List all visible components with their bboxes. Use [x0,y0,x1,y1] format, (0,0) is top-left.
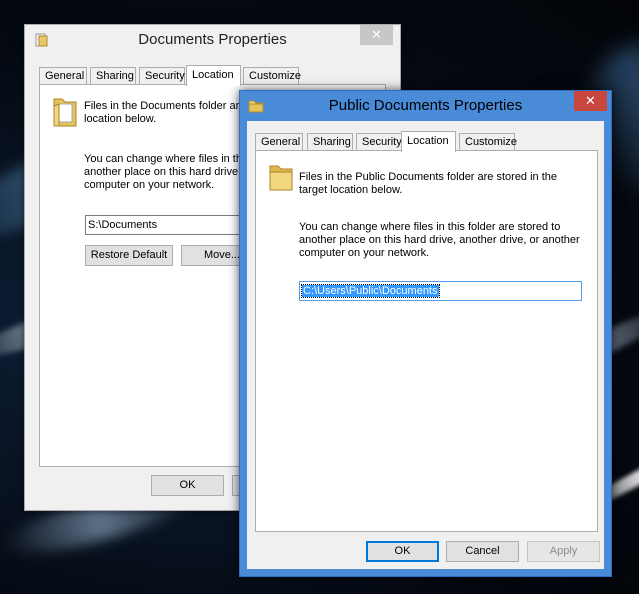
change-text-line-1: You can change where files in this folde… [299,221,561,233]
apply-button[interactable]: Apply [527,541,600,562]
info-text-line-1: Files in the Documents folder are [84,100,246,112]
ok-button[interactable]: OK [366,541,439,562]
tab-security[interactable]: Security [139,67,185,85]
selected-path-text: C:\Users\Public\Documents [301,284,440,298]
tab-general[interactable]: General [255,133,303,151]
tab-location[interactable]: Location [186,65,241,86]
tab-general[interactable]: General [39,67,87,85]
window-title: Public Documents Properties [328,97,523,114]
public-documents-properties-window[interactable]: Public Documents Properties ✕ General Sh… [239,90,612,577]
info-text-line-2: location below. [84,113,157,125]
window-client-area: General Sharing Security Location Custom… [247,121,604,569]
folder-icon [269,165,293,191]
cancel-button[interactable]: Cancel [446,541,519,562]
folder-icon [53,98,77,127]
close-icon: ✕ [585,93,596,108]
tab-strip: General Sharing Security Location Custom… [39,65,339,86]
tab-sharing[interactable]: Sharing [90,67,136,85]
tab-location[interactable]: Location [401,131,456,152]
close-button[interactable]: ✕ [360,25,393,45]
tab-sharing[interactable]: Sharing [307,133,353,151]
tab-customize[interactable]: Customize [459,133,517,151]
change-text-line-2: another place on this hard drive, a [84,166,251,178]
info-text-line-2: target location below. [299,184,403,196]
path-input[interactable]: C:\Users\Public\Documents [299,281,582,301]
change-text-line-3: computer on your network. [84,179,215,191]
info-text-line-1: Files in the Public Documents folder are… [299,171,558,183]
tab-security[interactable]: Security [356,133,402,151]
change-text-line-3: computer on your network. [299,247,430,259]
window-title: Documents Properties [138,31,287,48]
change-text-line-1: You can change where files in this [84,153,250,165]
ok-button[interactable]: OK [151,475,224,496]
close-icon: ✕ [371,27,382,42]
tab-customize[interactable]: Customize [243,67,301,85]
restore-default-button[interactable]: Restore Default [85,245,173,266]
close-button[interactable]: ✕ [574,91,607,111]
tab-strip: General Sharing Security Location Custom… [255,131,555,152]
change-text-line-2: another place on this hard drive, anothe… [299,234,580,246]
location-panel: Files in the Public Documents folder are… [255,150,598,532]
